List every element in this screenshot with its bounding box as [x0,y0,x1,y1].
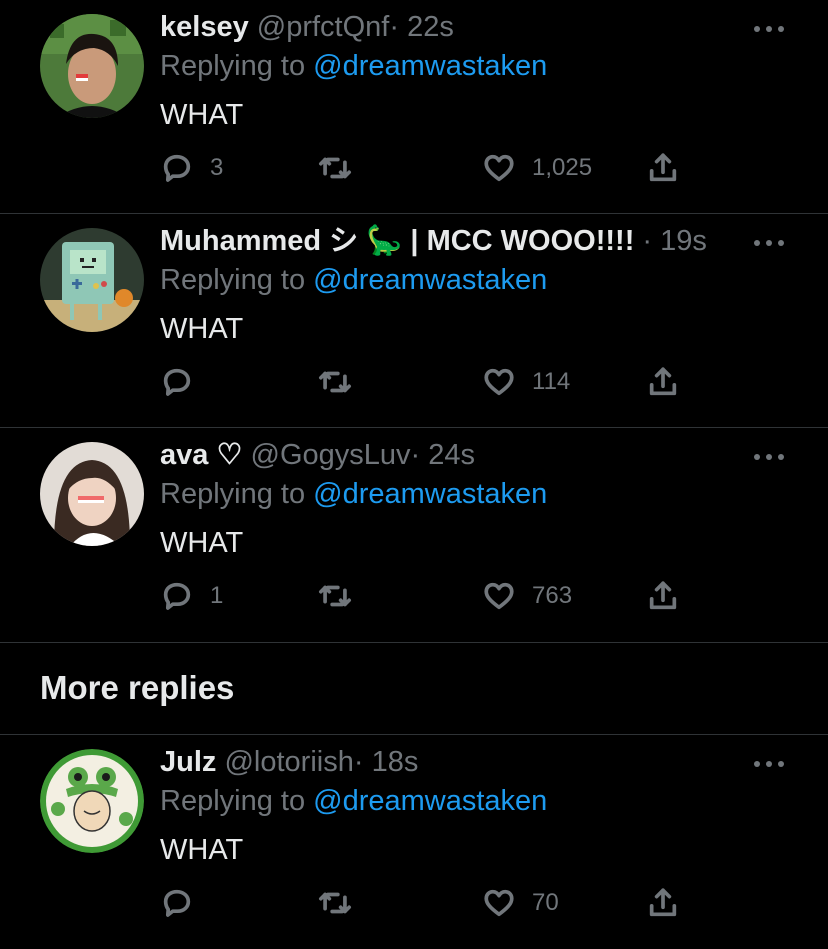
display-name[interactable]: Muhammed シ 🦕 | MCC WOOO!!!! [160,225,634,257]
tweet-actions: 70 [160,881,690,925]
tweet-card[interactable]: ava ♡ @GogysLuv· 24s Replying to @dreamw… [0,428,828,643]
replying-to-label: Replying to [160,264,306,296]
heart-icon [484,368,514,396]
tweet-actions: 114 [160,360,690,404]
retweet-button[interactable] [318,574,352,618]
reply-icon [163,582,191,610]
reply-icon [163,368,191,396]
retweet-button[interactable] [318,881,352,925]
avatar[interactable] [40,228,144,332]
reply-button[interactable]: 1 [160,574,223,618]
reply-button[interactable] [160,360,210,404]
like-count: 70 [532,889,559,916]
tweet-text: WHAT [160,834,244,866]
replying-to-link[interactable]: @dreamwastaken [313,478,547,510]
like-count: 763 [532,582,573,609]
timestamp[interactable]: 22s [407,11,454,43]
replying-to: Replying to @dreamwastaken [160,782,768,820]
like-button[interactable]: 70 [482,881,559,925]
more-options-icon[interactable] [754,452,784,462]
like-button[interactable]: 763 [482,574,572,618]
timestamp[interactable]: 19s [660,225,707,257]
replying-to-label: Replying to [160,50,306,82]
replying-to-link[interactable]: @dreamwastaken [313,50,547,82]
tweet-card[interactable]: Julz @lotoriish· 18s Replying to @dreamw… [0,735,828,949]
avatar[interactable] [40,442,144,546]
tweet-text: WHAT [160,527,244,559]
share-button[interactable] [646,881,680,925]
retweet-icon [318,892,352,914]
tweet-actions: 3 1,025 [160,146,690,190]
share-icon [649,153,677,182]
more-options-icon[interactable] [754,24,784,34]
tweet-header: Muhammed シ 🦕 | MCC WOOO!!!! · 19s [160,222,768,260]
retweet-icon [318,157,352,179]
separator: · [353,746,364,778]
timestamp[interactable]: 24s [428,439,475,471]
retweet-icon [318,585,352,607]
display-name[interactable]: Julz [160,746,216,778]
more-options-icon[interactable] [754,238,784,248]
avatar[interactable] [40,14,144,118]
heart-icon [484,154,514,182]
more-options-icon[interactable] [754,759,784,769]
tweet-header: ava ♡ @GogysLuv· 24s [160,436,768,474]
reply-count: 1 [210,582,224,609]
share-icon [649,367,677,396]
separator: · [642,225,653,257]
tweet-header: kelsey @prfctQnf· 22s [160,8,768,46]
replying-to-label: Replying to [160,785,306,817]
user-handle[interactable]: @lotoriish [224,746,353,778]
timestamp[interactable]: 18s [372,746,419,778]
replying-to-link[interactable]: @dreamwastaken [313,785,547,817]
tweet-actions: 1 763 [160,574,690,618]
display-name[interactable]: kelsey [160,11,249,43]
reply-icon [163,154,191,182]
separator: · [389,11,400,43]
share-button[interactable] [646,574,680,618]
user-handle[interactable]: @GogysLuv [251,439,411,471]
retweet-icon [318,371,352,393]
share-button[interactable] [646,146,680,190]
reply-button[interactable] [160,881,210,925]
tweet-text: WHAT [160,99,244,131]
replying-to: Replying to @dreamwastaken [160,475,768,513]
like-button[interactable]: 1,025 [482,146,592,190]
section-title: More replies [40,669,235,706]
avatar[interactable] [40,749,144,853]
tweet-text: WHAT [160,313,244,345]
share-icon [649,888,677,917]
user-handle[interactable]: @prfctQnf [257,11,390,43]
heart-icon [484,582,514,610]
retweet-button[interactable] [318,360,352,404]
replying-to-label: Replying to [160,478,306,510]
like-count: 114 [532,368,571,395]
tweet-card[interactable]: kelsey @prfctQnf· 22s Replying to @dream… [0,0,828,214]
display-name[interactable]: ava ♡ [160,439,242,471]
replying-to-link[interactable]: @dreamwastaken [313,264,547,296]
separator: · [410,439,421,471]
tweet-card[interactable]: Muhammed シ 🦕 | MCC WOOO!!!! · 19s Replyi… [0,214,828,428]
replying-to: Replying to @dreamwastaken [160,261,768,299]
share-button[interactable] [646,360,680,404]
share-icon [649,581,677,610]
replying-to: Replying to @dreamwastaken [160,47,768,85]
tweet-header: Julz @lotoriish· 18s [160,743,768,781]
heart-icon [484,889,514,917]
like-button[interactable]: 114 [482,360,570,404]
reply-count: 3 [210,154,224,181]
retweet-button[interactable] [318,146,352,190]
reply-button[interactable]: 3 [160,146,223,190]
more-replies-section: More replies [0,643,828,735]
reply-icon [163,889,191,917]
like-count: 1,025 [532,154,593,181]
